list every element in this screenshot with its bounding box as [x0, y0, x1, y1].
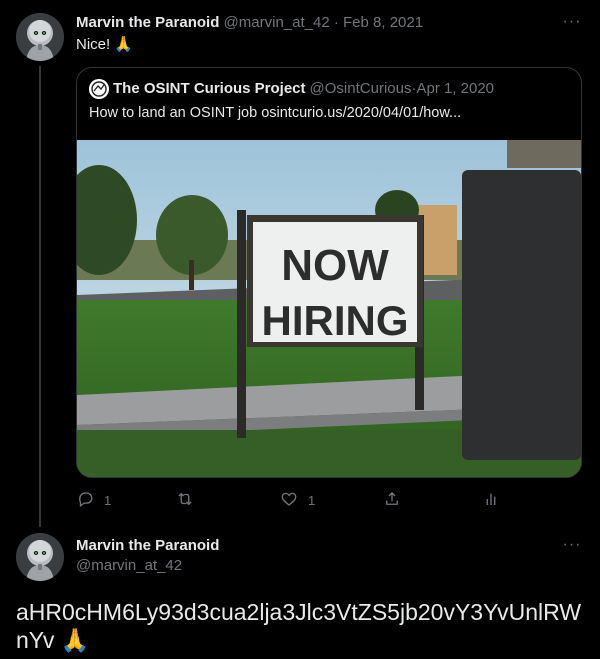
- reply-icon: [76, 490, 94, 511]
- tweet-text: aHR0cHM6Ly93d3cua2lja3Jlc3VtZS5jb20vY3Yv…: [16, 599, 582, 653]
- author-name[interactable]: Marvin the Paranoid: [76, 14, 219, 31]
- reply-count: 1: [104, 492, 112, 508]
- quoted-tweet-image[interactable]: NOW HIRING: [77, 140, 581, 477]
- share-icon: [383, 490, 401, 511]
- author-name[interactable]: Marvin the Paranoid: [76, 536, 219, 556]
- avatar[interactable]: [16, 13, 64, 61]
- author-handle[interactable]: @marvin_at_42: [224, 14, 330, 31]
- like-icon: [280, 490, 298, 511]
- analytics-button[interactable]: [482, 486, 500, 514]
- analytics-icon: [482, 490, 500, 511]
- quoted-author-name: The OSINT Curious Project: [113, 80, 306, 97]
- tweet-header: Marvin the Paranoid @marvin_at_42 · Feb …: [76, 13, 423, 33]
- separator: ·: [329, 14, 344, 31]
- more-options-icon[interactable]: ···: [560, 12, 584, 32]
- like-button[interactable]: 1: [280, 486, 315, 514]
- retweet-icon: [176, 490, 194, 511]
- sign-text-line2: HIRING: [262, 297, 409, 344]
- sign-text-line1: NOW: [281, 241, 389, 290]
- more-options-icon[interactable]: ···: [560, 535, 584, 555]
- quoted-tweet-text: How to land an OSINT job osintcurio.us/2…: [89, 105, 462, 121]
- quoted-avatar: [89, 79, 109, 99]
- tweet-actions: 1 1: [68, 486, 508, 514]
- thread-connector-line: [39, 66, 41, 527]
- like-count: 1: [308, 492, 316, 508]
- quoted-tweet-date: Apr 1, 2020: [416, 80, 495, 97]
- retweet-button[interactable]: [176, 486, 204, 514]
- avatar[interactable]: [16, 533, 64, 581]
- share-button[interactable]: [383, 486, 401, 514]
- quoted-author-handle: @OsintCurious: [309, 80, 412, 97]
- quoted-tweet-header: The OSINT Curious Project @OsintCurious …: [89, 79, 494, 99]
- tweet-date[interactable]: Feb 8, 2021: [343, 14, 423, 31]
- quoted-tweet[interactable]: The OSINT Curious Project @OsintCurious …: [76, 67, 582, 478]
- tweet-text: Nice! 🙏: [76, 36, 134, 53]
- reply-button[interactable]: 1: [76, 486, 111, 514]
- author-handle[interactable]: @marvin_at_42: [76, 556, 182, 576]
